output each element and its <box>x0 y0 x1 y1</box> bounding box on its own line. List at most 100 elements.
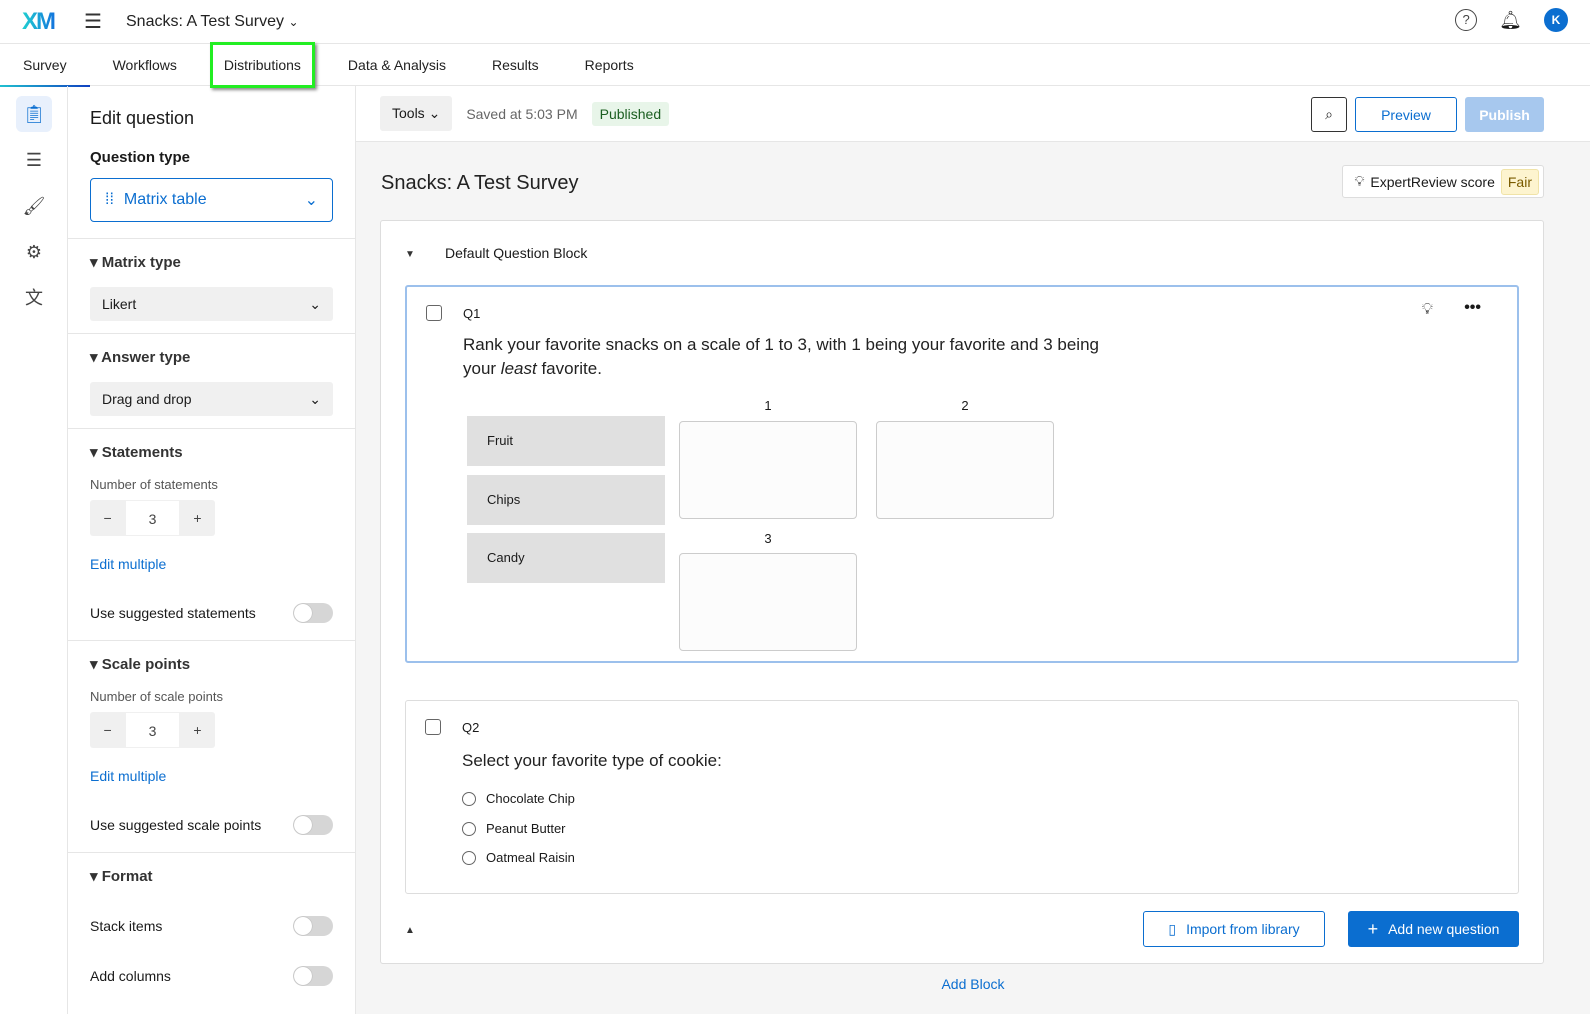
increment-button[interactable]: + <box>180 500 215 536</box>
menu-icon[interactable]: ☰ <box>84 9 104 34</box>
survey-options-icon[interactable]: ⚙ <box>16 234 52 270</box>
expert-review-button[interactable]: 💡︎ ExpertReview score Fair <box>1341 165 1544 198</box>
survey-flow-icon[interactable]: ☰ <box>16 142 52 178</box>
decrement-button[interactable]: − <box>90 500 125 536</box>
add-block-link[interactable]: Add Block <box>356 976 1590 992</box>
statements-count[interactable]: 3 <box>125 500 180 536</box>
section-title: Matrix type <box>101 254 181 271</box>
tab-results[interactable]: Results <box>469 44 562 86</box>
section-title: Format <box>101 868 153 885</box>
button-label: Import from library <box>1186 921 1300 937</box>
tab-workflows[interactable]: Workflows <box>90 44 200 86</box>
edit-multiple-scale-link[interactable]: Edit multiple <box>68 748 355 784</box>
scale-count[interactable]: 3 <box>125 712 180 748</box>
translate-icon[interactable]: 文 <box>16 280 52 316</box>
block-title[interactable]: Default Question Block <box>445 245 587 261</box>
survey-title: Snacks: A Test Survey <box>381 172 579 194</box>
question-checkbox[interactable] <box>425 719 441 735</box>
survey-title: Snacks: A Test Survey <box>126 12 285 30</box>
question-q1[interactable]: Q1 💡︎ ••• Rank your favorite snacks on a… <box>405 285 1519 663</box>
matrix-type-select[interactable]: Likert ⌄ <box>90 287 333 321</box>
increment-button[interactable]: + <box>180 712 215 748</box>
edit-multiple-statements-link[interactable]: Edit multiple <box>68 536 355 572</box>
radio-icon <box>462 850 476 865</box>
paint-roller-icon[interactable]: 🖌︎ <box>16 188 52 224</box>
option-label: Chocolate Chip <box>486 791 575 806</box>
option-label: Oatmeal Raisin <box>486 850 575 865</box>
question-type-select[interactable]: ⁞⁞ Matrix table ⌄ <box>90 178 333 222</box>
more-options-icon[interactable]: ••• <box>1464 299 1481 317</box>
section-title: Answer type <box>101 349 191 366</box>
survey-switcher[interactable]: Snacks: A Test Survey ⌄ <box>126 13 299 31</box>
group-label: 3 <box>764 531 772 546</box>
tab-reports[interactable]: Reports <box>562 44 657 86</box>
toggle-label: Use suggested statements <box>90 605 256 621</box>
tools-label: Tools <box>392 105 425 121</box>
suggested-statements-toggle[interactable] <box>293 603 333 623</box>
question-checkbox[interactable] <box>426 305 442 321</box>
scale-points-section[interactable]: ▾ Scale points <box>68 655 355 673</box>
drop-box[interactable] <box>679 553 857 651</box>
expert-review-label: ExpertReview score <box>1370 173 1495 190</box>
num-scale-label: Number of scale points <box>90 689 223 704</box>
stack-items-toggle[interactable] <box>293 916 333 936</box>
tab-distributions[interactable]: Distributions <box>209 41 315 88</box>
chevron-down-icon: ⌄ <box>309 295 321 312</box>
publish-button[interactable]: Publish <box>1465 97 1544 132</box>
suggested-scale-toggle[interactable] <box>293 815 333 835</box>
option-label: Peanut Butter <box>486 821 566 836</box>
answer-type-select[interactable]: Drag and drop ⌄ <box>90 382 333 416</box>
tab-survey[interactable]: Survey <box>0 44 90 87</box>
radio-option[interactable]: Peanut Butter <box>462 821 566 836</box>
drop-box[interactable] <box>876 421 1054 519</box>
search-button[interactable]: ⌕ <box>1311 97 1347 132</box>
chevron-down-icon: ⌄ <box>288 14 299 29</box>
radio-option[interactable]: Chocolate Chip <box>462 791 575 806</box>
drag-item[interactable]: Fruit <box>467 416 665 466</box>
statements-section[interactable]: ▾ Statements <box>68 443 355 461</box>
text: favorite. <box>536 359 602 378</box>
help-icon[interactable]: ? <box>1455 9 1478 31</box>
radio-option[interactable]: Oatmeal Raisin <box>462 850 575 865</box>
lightbulb-icon[interactable]: 💡︎ <box>1422 301 1433 319</box>
toggle-label: Add columns <box>90 968 171 984</box>
tools-menu[interactable]: Tools ⌄ <box>380 96 453 131</box>
tool-rail: 📋︎ ☰ 🖌︎ ⚙ 文 <box>0 86 68 1014</box>
decrement-button[interactable]: − <box>90 712 125 748</box>
answer-type-section[interactable]: ▾ Answer type <box>68 348 355 366</box>
matrix-type-section[interactable]: ▾ Matrix type <box>68 253 355 271</box>
question-block: ▼ Default Question Block Q1 💡︎ ••• Rank … <box>380 220 1544 964</box>
collapse-up-caret-icon[interactable]: ▲ <box>405 925 415 936</box>
scale-stepper: −3 + <box>90 712 215 748</box>
section-title: Scale points <box>101 656 191 673</box>
collapse-caret-icon[interactable]: ▼ <box>405 249 415 260</box>
format-section[interactable]: ▾ Format <box>68 867 355 885</box>
question-q2[interactable]: Q2 Select your favorite type of cookie: … <box>405 700 1519 894</box>
chevron-down-icon: ⌄ <box>309 390 321 407</box>
question-type-value: Matrix table <box>123 191 207 208</box>
avatar[interactable]: K <box>1544 8 1568 32</box>
drag-item[interactable]: Candy <box>467 533 665 583</box>
search-icon: ⌕ <box>1325 106 1333 122</box>
drag-item[interactable]: Chips <box>467 475 665 525</box>
clipboard-icon[interactable]: 📋︎ <box>16 96 52 132</box>
question-text[interactable]: Rank your favorite snacks on a scale of … <box>463 333 1099 381</box>
question-number: Q2 <box>462 720 480 735</box>
preview-button[interactable]: Preview <box>1355 97 1457 132</box>
bell-icon[interactable]: 🔔︎ <box>1499 10 1522 31</box>
add-columns-toggle[interactable] <box>293 966 333 986</box>
tab-data-analysis[interactable]: Data & Analysis <box>325 44 469 86</box>
drop-box[interactable] <box>679 421 857 519</box>
plus-icon: + <box>1367 918 1379 939</box>
question-text[interactable]: Select your favorite type of cookie: <box>462 749 722 773</box>
panel-title: Edit question <box>90 108 195 128</box>
num-statements-label: Number of statements <box>90 477 218 492</box>
statements-stepper: −3 + <box>90 500 215 536</box>
xm-logo[interactable]: XM <box>22 8 62 36</box>
question-number: Q1 <box>463 306 481 321</box>
editor-toolbar: Tools ⌄ Saved at 5:03 PM Published ⌕ Pre… <box>356 86 1590 142</box>
add-new-question-button[interactable]: + Add new question <box>1348 911 1519 947</box>
import-from-library-button[interactable]: ▯ Import from library <box>1143 911 1325 947</box>
book-icon: ▯ <box>1168 920 1177 937</box>
button-label: Add new question <box>1388 921 1500 937</box>
